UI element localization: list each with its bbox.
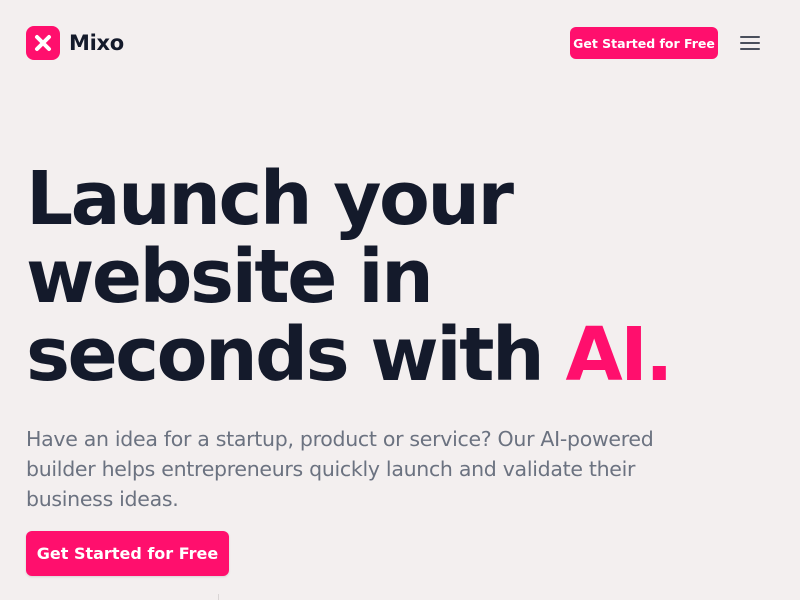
brand[interactable]: Mixo xyxy=(26,26,124,60)
landing-page: Mixo Get Started for Free Launch your we… xyxy=(0,0,800,600)
hero-title-line-1: Launch your xyxy=(26,156,514,242)
hero-get-started-button[interactable]: Get Started for Free xyxy=(26,531,229,576)
close-x-icon xyxy=(26,26,60,60)
hero-title-accent: AI. xyxy=(565,312,673,398)
section-divider xyxy=(218,594,219,600)
nav-get-started-button[interactable]: Get Started for Free xyxy=(570,27,718,59)
brand-name: Mixo xyxy=(69,31,124,55)
hero-title-line-2: website in xyxy=(26,234,434,320)
hero-description: Have an idea for a startup, product or s… xyxy=(26,427,654,511)
hamburger-menu-icon[interactable] xyxy=(736,31,764,55)
hero-title: Launch your website in seconds with AI. xyxy=(26,160,673,394)
top-nav: Mixo Get Started for Free xyxy=(0,0,800,86)
hero-title-line-3: seconds with xyxy=(26,312,566,398)
